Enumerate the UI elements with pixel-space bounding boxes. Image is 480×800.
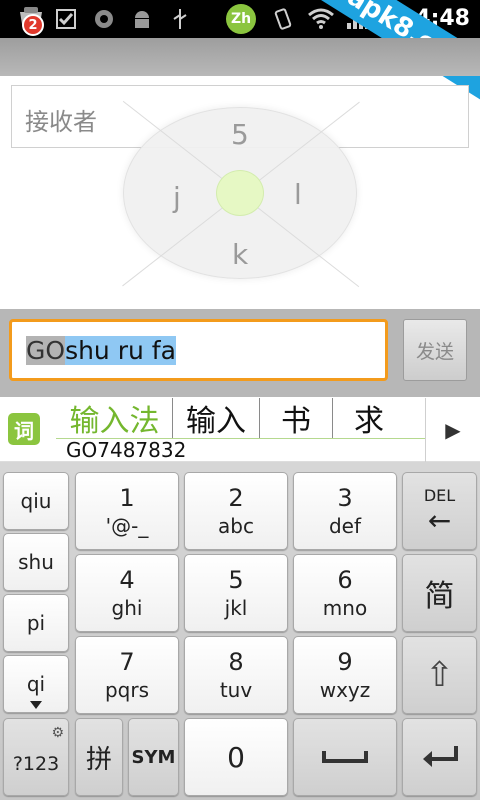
key-letters: mno (322, 596, 368, 620)
enter-key[interactable] (402, 718, 477, 796)
settings-gear-icon: ⚙ (51, 725, 64, 741)
key-letters: jkl (224, 596, 248, 620)
word-mode-icon[interactable]: 词 (8, 413, 40, 445)
enter-arrow-icon (422, 746, 458, 767)
checkbox-notification-icon (54, 7, 78, 31)
key-digit: 9 (337, 648, 353, 676)
shift-key[interactable]: ⇧ (402, 636, 477, 714)
key-digit: 7 (119, 648, 135, 676)
key-letters: abc (218, 514, 254, 538)
ime-zh-badge: Zh (226, 4, 256, 34)
composing-prefix: GO (26, 336, 66, 365)
key-2[interactable]: 2 abc (184, 472, 288, 550)
key-label: qi (26, 672, 46, 696)
space-key[interactable] (293, 718, 397, 796)
key-digit: 5 (228, 566, 244, 594)
key-digit: 2 (228, 484, 244, 512)
pinyin-option-key[interactable]: pi (3, 594, 69, 652)
key-letters: tuv (219, 678, 253, 702)
key-5[interactable]: 5 jkl (184, 554, 288, 632)
key-9[interactable]: 9 wxyz (293, 636, 397, 714)
usb-icon (168, 7, 192, 31)
recipient-placeholder: 接收者 (25, 108, 97, 136)
pinyin-mode-key[interactable]: 拼 (75, 718, 123, 796)
message-input[interactable]: GOshu ru fa (9, 319, 388, 381)
gesture-key-down[interactable]: k (232, 238, 248, 271)
key-letters: '@-_ (105, 514, 149, 538)
send-button[interactable]: 发送 (403, 319, 467, 381)
media-notification-icon (92, 7, 116, 31)
symbols-123-key[interactable]: ?123 ⚙ (3, 718, 69, 796)
key-digit: 1 (119, 484, 135, 512)
gesture-key-up[interactable]: 5 (231, 118, 249, 151)
key-4[interactable]: 4 ghi (75, 554, 179, 632)
pinyin-option-key[interactable]: qi (3, 655, 69, 713)
more-candidates-arrow-icon[interactable]: ▶ (425, 398, 480, 462)
candidate-item[interactable]: 输入法 (57, 398, 173, 439)
vibrate-icon (270, 7, 296, 31)
key-8[interactable]: 8 tuv (184, 636, 288, 714)
simplified-chinese-key[interactable]: 简 (402, 554, 477, 632)
key-label: 拼 (85, 744, 112, 775)
android-debug-icon (130, 7, 154, 31)
title-bar (0, 38, 480, 76)
notification-count-badge: 2 (22, 14, 44, 36)
shift-icon: ⇧ (425, 655, 454, 695)
sym-key[interactable]: SYM (128, 718, 179, 796)
key-letters: pqrs (104, 678, 150, 702)
key-label: DEL (423, 486, 456, 505)
key-letters: def (328, 514, 362, 538)
key-digit: 4 (119, 566, 135, 594)
gesture-key-right[interactable]: l (294, 178, 302, 211)
candidate-item[interactable]: 输入 (173, 398, 260, 439)
key-7[interactable]: 7 pqrs (75, 636, 179, 714)
key-label: shu (18, 550, 54, 574)
space-bar-icon (322, 751, 368, 763)
key-label: ?123 (12, 753, 60, 775)
status-bar: 2 Zh 4:48 apk8.com (0, 0, 480, 102)
pinyin-option-key[interactable]: shu (3, 533, 69, 591)
key-label: SYM (131, 746, 176, 768)
pinyin-option-key[interactable]: qiu (3, 472, 69, 530)
key-1[interactable]: 1 '@-_ (75, 472, 179, 550)
delete-key[interactable]: DEL ← (402, 472, 477, 550)
candidate-item[interactable]: 求 (333, 398, 405, 439)
candidate-item[interactable]: 书 (260, 398, 333, 439)
gesture-key-left[interactable]: j (173, 181, 181, 214)
key-digit: 6 (337, 566, 353, 594)
wifi-icon (306, 7, 336, 31)
scroll-down-icon (30, 701, 42, 709)
key-label: 简 (424, 579, 455, 614)
key-6[interactable]: 6 mno (293, 554, 397, 632)
gesture-center[interactable] (216, 170, 264, 216)
composing-pinyin: shu ru fa (65, 336, 176, 365)
key-0[interactable]: 0 (184, 718, 288, 796)
key-label: pi (26, 611, 46, 635)
key-label: qiu (20, 489, 52, 513)
key-digit: 3 (337, 484, 353, 512)
backspace-arrow-icon: ← (427, 504, 452, 537)
pinyin-code: GO7487832 (66, 438, 187, 462)
key-digit: 8 (228, 648, 244, 676)
message-text: GOshu ru fa (26, 335, 176, 367)
key-3[interactable]: 3 def (293, 472, 397, 550)
key-digit: 0 (227, 740, 245, 774)
key-letters: wxyz (319, 678, 371, 702)
key-letters: ghi (111, 596, 143, 620)
